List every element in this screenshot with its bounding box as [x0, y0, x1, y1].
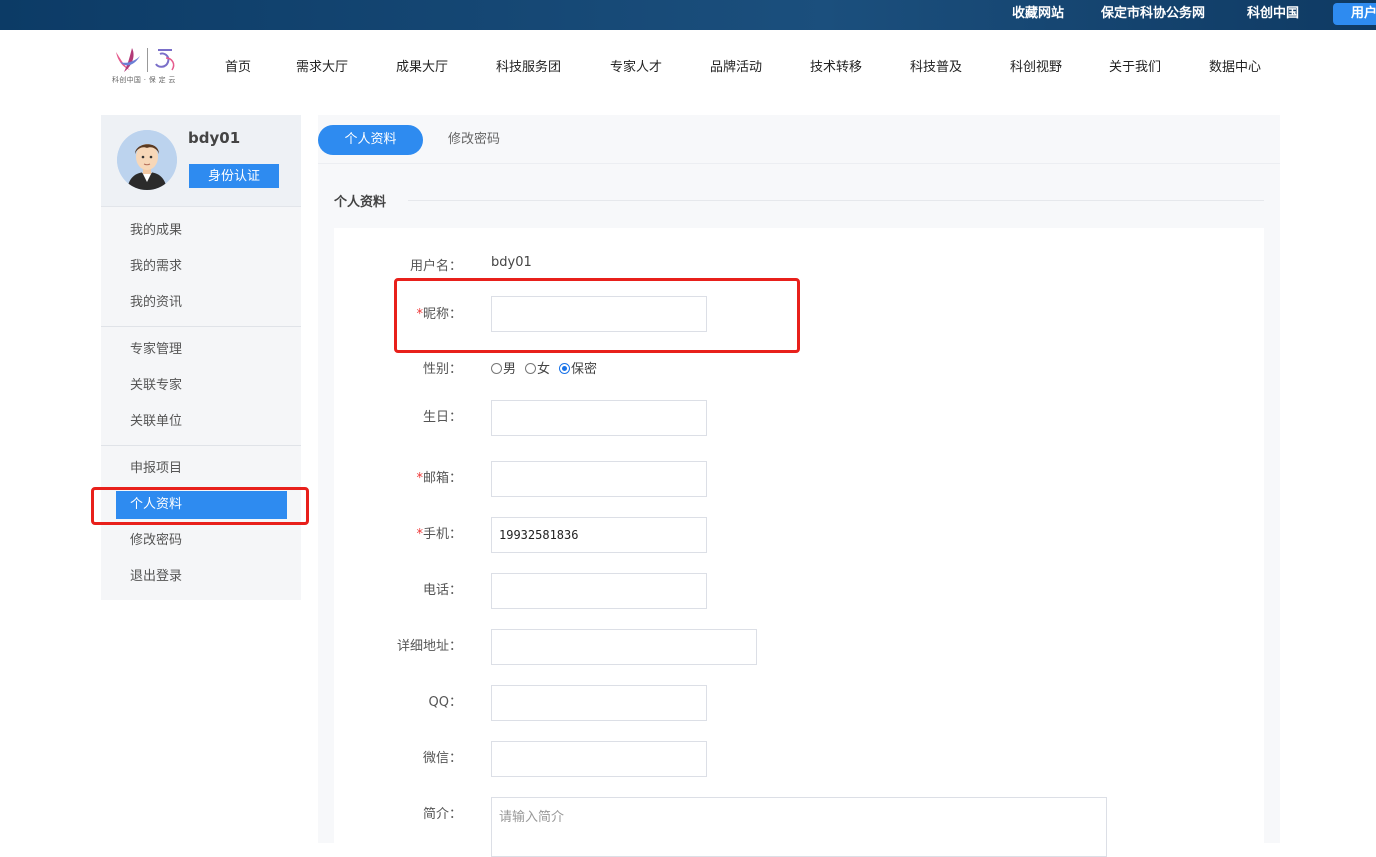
sidebar-item-profile[interactable]: 个人资料	[116, 491, 287, 519]
sidebar-item-logout[interactable]: 退出登录	[116, 563, 287, 591]
gender-option-label: 女	[537, 362, 551, 377]
wechat-label: 微信：	[422, 751, 462, 766]
nav-demand-hall[interactable]: 需求大厅	[296, 56, 348, 75]
sidebar: bdy01 身份认证 我的成果 我的需求 我的资讯 专家管理 关联专家 关联单位…	[101, 115, 301, 600]
profile-card: bdy01 身份认证	[101, 115, 301, 207]
address-label: 详细地址：	[396, 639, 462, 654]
sidebar-item-expert-management[interactable]: 专家管理	[116, 336, 287, 364]
nickname-label-text: 昵称：	[422, 307, 462, 322]
logo-icon	[116, 48, 175, 72]
tel-input[interactable]	[491, 573, 707, 609]
nav-brand-events[interactable]: 品牌活动	[710, 56, 762, 75]
qq-label: QQ：	[428, 695, 462, 710]
sidebar-divider	[101, 326, 301, 327]
nav-kechuang-vision[interactable]: 科创视野	[1010, 56, 1062, 75]
avatar	[117, 130, 177, 190]
intro-label: 简介：	[422, 807, 462, 822]
email-input[interactable]	[491, 461, 707, 497]
kechuang-china-link[interactable]: 科创中国	[1247, 0, 1299, 30]
user-button[interactable]: 用户	[1333, 3, 1376, 25]
sidebar-item-linked-units[interactable]: 关联单位	[116, 408, 287, 436]
nav-tech-transfer[interactable]: 技术转移	[810, 56, 862, 75]
gender-option-female[interactable]: 女	[525, 362, 550, 377]
qq-input[interactable]	[491, 685, 707, 721]
site-logo[interactable]: 科创中国 · 保 定 云	[110, 44, 190, 86]
user-avatar-icon	[117, 130, 177, 190]
address-input[interactable]	[491, 629, 757, 665]
birthday-input[interactable]	[491, 400, 707, 436]
profile-form: 用户名： bdy01 *昵称： 性别： 男 女 保密 生日： *邮箱： *手机： 电…	[334, 228, 1264, 857]
baoding-science-association-link[interactable]: 保定市科协公务网	[1101, 0, 1205, 30]
sidebar-item-my-results[interactable]: 我的成果	[116, 217, 287, 245]
bookmark-site-link[interactable]: 收藏网站	[1012, 0, 1064, 30]
gender-option-label: 保密	[571, 362, 598, 377]
nickname-input[interactable]	[491, 296, 707, 332]
email-label-text: 邮箱：	[422, 471, 462, 486]
top-bar: 收藏网站 保定市科协公务网 科创中国 用户	[0, 0, 1376, 30]
nav-results-hall[interactable]: 成果大厅	[396, 56, 448, 75]
sidebar-item-my-news[interactable]: 我的资讯	[116, 289, 287, 317]
nav-science-pop[interactable]: 科技普及	[910, 56, 962, 75]
main-panel: 个人资料 修改密码 个人资料 用户名： bdy01 *昵称： 性别： 男 女 保密 …	[318, 115, 1280, 857]
tabs: 个人资料 修改密码	[318, 115, 1280, 164]
nav-home[interactable]: 首页	[225, 56, 251, 75]
gender-option-male[interactable]: 男	[491, 362, 516, 377]
intro-textarea[interactable]: 请输入简介	[491, 797, 1107, 857]
gender-label: 性别：	[422, 362, 462, 377]
tab-profile[interactable]: 个人资料	[318, 125, 423, 155]
sidebar-item-change-password[interactable]: 修改密码	[116, 527, 287, 555]
gender-option-secret[interactable]: 保密	[559, 362, 597, 377]
gender-radio-group: 男 女 保密	[491, 358, 606, 377]
wechat-input[interactable]	[491, 741, 707, 777]
sidebar-item-my-demands[interactable]: 我的需求	[116, 253, 287, 281]
nav-data-center[interactable]: 数据中心	[1209, 56, 1261, 75]
radio-icon[interactable]	[525, 363, 537, 374]
tel-label: 电话：	[422, 583, 462, 598]
logo-text: 科创中国 · 保 定 云	[112, 76, 176, 84]
sidebar-item-apply-project[interactable]: 申报项目	[116, 455, 287, 483]
phone-label-text: 手机：	[422, 527, 462, 542]
section-divider	[408, 200, 1264, 201]
gender-option-label: 男	[503, 362, 517, 377]
sidebar-divider	[101, 445, 301, 446]
section-title: 个人资料	[334, 195, 387, 210]
radio-icon[interactable]	[491, 363, 502, 374]
sidebar-item-linked-experts[interactable]: 关联专家	[116, 372, 287, 400]
tab-change-password[interactable]: 修改密码	[433, 125, 515, 155]
username-label: 用户名：	[409, 259, 462, 274]
birthday-label: 生日：	[422, 410, 462, 425]
identity-verify-button[interactable]: 身份认证	[189, 164, 279, 188]
email-label: *邮箱：	[416, 467, 462, 486]
phone-input[interactable]	[491, 517, 707, 553]
phone-label: *手机：	[416, 523, 462, 542]
nav-about-us[interactable]: 关于我们	[1109, 56, 1161, 75]
nav-tech-service[interactable]: 科技服务团	[496, 56, 561, 75]
username-value: bdy01	[491, 255, 532, 270]
nickname-label: *昵称：	[416, 303, 462, 322]
username: bdy01	[188, 129, 241, 147]
nav-experts[interactable]: 专家人才	[610, 56, 662, 75]
radio-checked-icon[interactable]	[559, 363, 571, 374]
